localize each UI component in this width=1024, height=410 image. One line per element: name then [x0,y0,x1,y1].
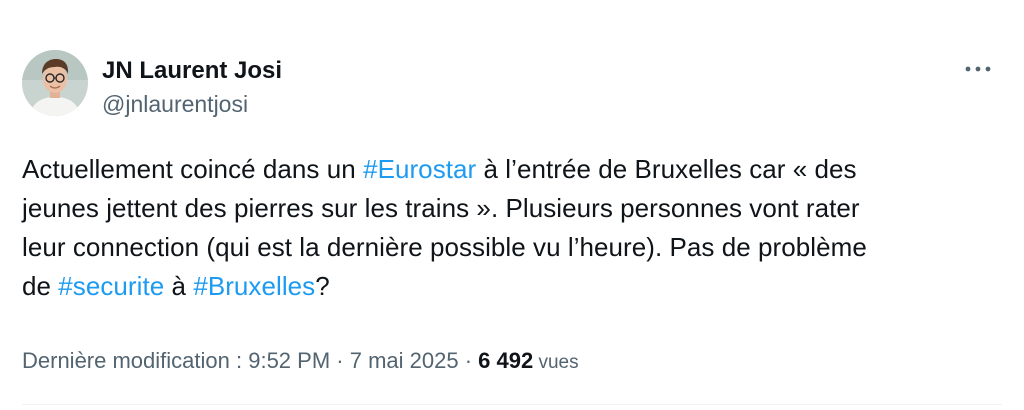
tweet-header: JN Laurent Josi @jnlaurentjosi [22,50,282,119]
avatar[interactable] [22,50,88,116]
profile-photo-icon [22,50,88,116]
divider [22,404,1002,405]
text-segment: Actuellement coincé dans un [22,154,364,184]
tweet-text-line: jeunes jettent des pierres sur les train… [22,193,860,223]
tweet-text-line: Actuellement coincé dans un #Eurostar à … [22,150,1012,189]
text-segment: à [164,271,194,301]
text-segment: à l’entrée de Bruxelles car « des [476,154,857,184]
hashtag-bruxelles-link[interactable]: #Bruxelles [193,271,315,301]
text-segment: de [22,271,59,301]
tweet-text: Actuellement coincé dans un #Eurostar à … [22,150,1012,306]
ellipsis-icon [965,66,991,72]
modified-label[interactable]: Dernière modification : [22,348,248,373]
tweet-text-line: leur connection (qui est la dernière pos… [22,232,867,262]
tweet-text-line: de #securite à #Bruxelles? [22,267,1012,306]
text-segment: ? [315,271,330,301]
author-identity: JN Laurent Josi @jnlaurentjosi [102,56,282,119]
views-count: 6 492 [478,348,534,373]
tweet-date[interactable]: 7 mai 2025 [350,348,459,373]
views-label: vues [533,352,579,373]
meta-separator: · [330,348,350,373]
more-options-button[interactable] [960,54,996,84]
hashtag-eurostar-link[interactable]: #Eurostar [363,154,476,184]
hashtag-securite-link[interactable]: #securite [58,271,164,301]
meta-separator: · [458,348,479,373]
tweet-meta: Dernière modification : 9:52 PM · 7 mai … [22,346,579,378]
tweet: JN Laurent Josi @jnlaurentjosi Actuellem… [0,0,1024,410]
author-display-name[interactable]: JN Laurent Josi [102,56,282,86]
author-handle[interactable]: @jnlaurentjosi [102,89,282,119]
tweet-time[interactable]: 9:52 PM [248,348,330,373]
